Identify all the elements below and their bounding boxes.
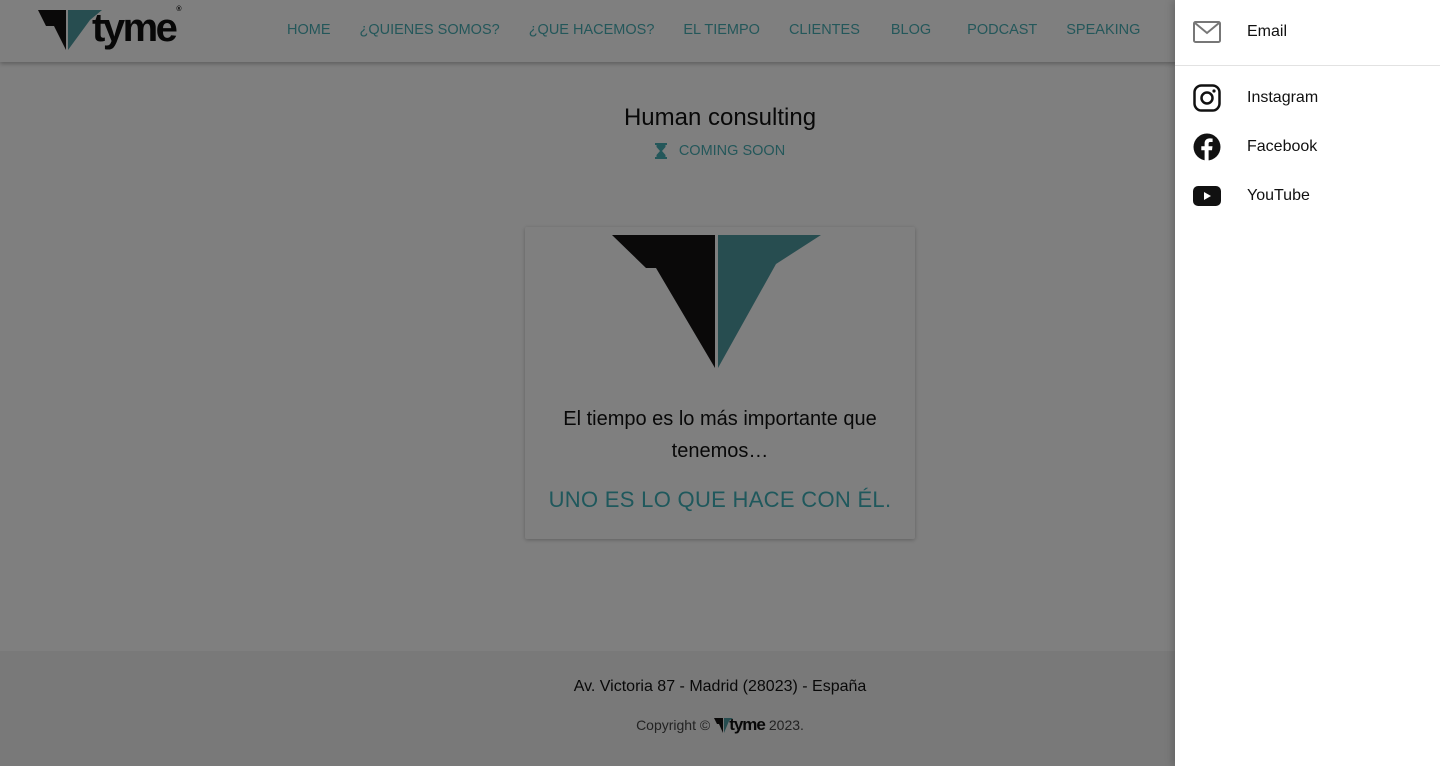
drawer-item-facebook[interactable]: Facebook: [1175, 125, 1440, 169]
facebook-icon: [1193, 133, 1221, 161]
drawer-item-label: Instagram: [1247, 89, 1319, 106]
drawer-item-instagram[interactable]: Instagram: [1175, 76, 1440, 120]
email-icon: [1193, 18, 1221, 46]
drawer-divider: [1175, 65, 1440, 66]
drawer-item-label: Facebook: [1247, 138, 1318, 155]
drawer-item-label: YouTube: [1247, 187, 1310, 204]
drawer-item-youtube[interactable]: YouTube: [1175, 174, 1440, 218]
drawer-item-email[interactable]: Email: [1175, 10, 1440, 54]
instagram-icon: [1193, 84, 1221, 112]
youtube-icon: [1193, 182, 1221, 210]
drawer-item-label: Email: [1247, 23, 1288, 40]
social-drawer: Email Instagram Facebook YouTube: [1175, 0, 1440, 766]
